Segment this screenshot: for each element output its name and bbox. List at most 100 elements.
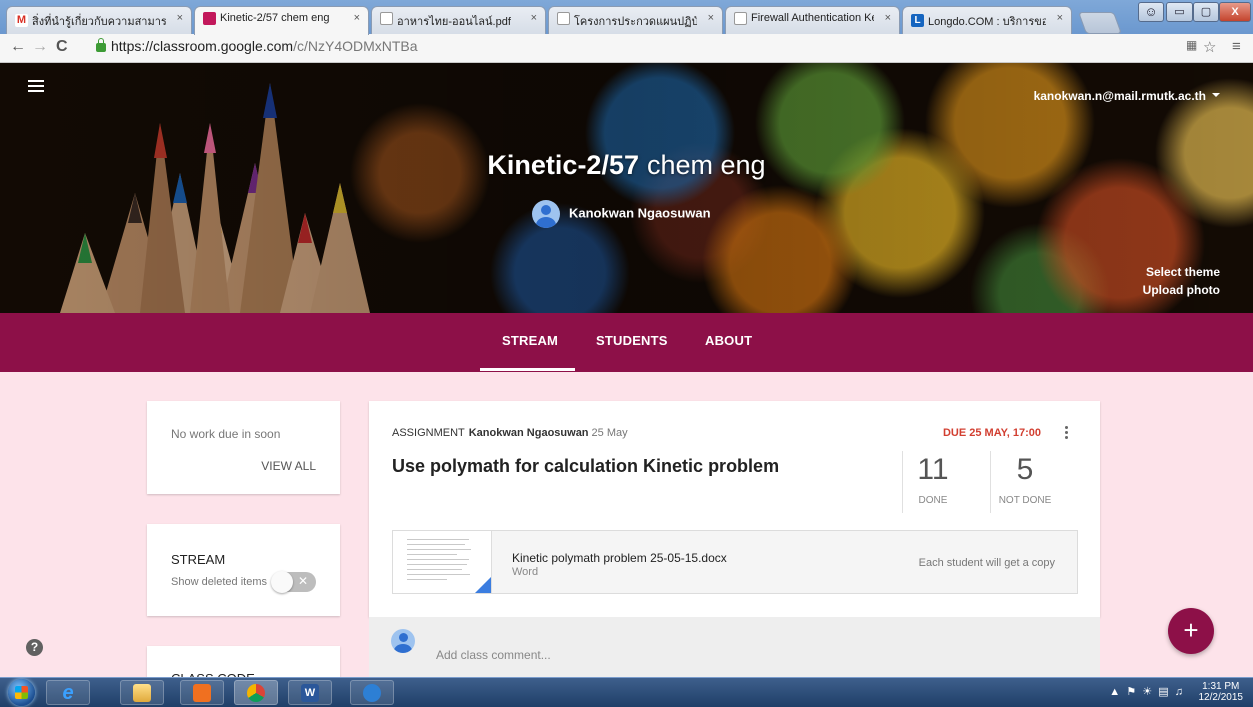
taskbar-word[interactable]: W — [288, 680, 332, 705]
browser-tabstrip: M สิ่งที่นำรู้เกี่ยวกับความสามารถใน × Kin… — [0, 0, 1253, 35]
class-name: Kinetic-2/57 — [487, 150, 639, 180]
translate-icon[interactable]: ▦ — [1186, 38, 1197, 52]
folder-icon — [133, 684, 151, 702]
page-icon — [557, 12, 570, 25]
clock-time: 1:31 PM — [1202, 681, 1240, 692]
chrome-menu-icon[interactable]: ≡ — [1232, 38, 1241, 55]
account-switcher[interactable]: kanokwan.n@mail.rmutk.ac.th — [1034, 89, 1220, 103]
done-count: 11 — [917, 453, 949, 486]
internet-explorer-icon: e — [62, 682, 74, 704]
browser-tab[interactable]: โครงการประกวดแผนปฏิบัติก × — [548, 6, 723, 34]
attachment-note: Each student will get a copy — [918, 557, 1055, 569]
upcoming-card: No work due in soon VIEW ALL — [147, 401, 340, 494]
class-tab-bar: STREAM STUDENTS ABOUT — [0, 313, 1253, 372]
due-date: DUE 25 MAY, 17:00 — [942, 427, 1041, 439]
post-meta: ASSIGNMENT Kanokwan Ngaosuwan 25 May — [392, 427, 628, 439]
more-options-icon[interactable] — [1065, 426, 1068, 441]
tab-about[interactable]: ABOUT — [705, 333, 752, 348]
url-path: /c/NzY4ODMxNTBa — [293, 38, 418, 54]
attachment[interactable]: Kinetic polymath problem 25-05-15.docx W… — [392, 530, 1078, 594]
hamburger-menu-icon[interactable] — [28, 80, 44, 92]
class-title: Kinetic-2/57 chem eng — [0, 150, 1253, 181]
caret-down-icon — [1212, 93, 1220, 101]
browser-tab[interactable]: Firewall Authentication Ke × — [725, 6, 900, 34]
close-icon[interactable]: × — [531, 12, 537, 24]
lock-icon — [96, 38, 106, 52]
tab-title: Firewall Authentication Ke — [751, 12, 874, 24]
back-icon[interactable]: ← — [10, 38, 26, 56]
add-post-button[interactable]: + — [1168, 608, 1214, 654]
close-icon: ✕ — [298, 574, 309, 588]
star-icon[interactable]: ☆ — [1203, 38, 1216, 56]
page-icon — [734, 12, 747, 25]
post-date: 25 May — [591, 427, 628, 439]
help-icon[interactable]: ? — [26, 639, 43, 656]
close-icon[interactable]: × — [708, 12, 714, 24]
not-done-label: NOT DONE — [998, 495, 1052, 506]
account-email: kanokwan.n@mail.rmutk.ac.th — [1033, 89, 1206, 103]
class-section: chem eng — [646, 150, 766, 180]
document-thumbnail — [393, 531, 492, 593]
browser-tab[interactable]: L Longdo.COM : บริการของ × — [902, 6, 1072, 34]
upcoming-text: No work due in soon — [171, 427, 281, 441]
tab-stream[interactable]: STREAM — [502, 333, 558, 348]
windows-taskbar: e W ▲ ⚑ ☀ ▤ ♫ 1:31 PM 12/2/2015 — [0, 677, 1253, 707]
new-tab-button[interactable] — [1077, 12, 1123, 34]
taskbar-ie[interactable]: e — [46, 680, 90, 705]
tab-title: สิ่งที่นำรู้เกี่ยวกับความสามารถใน — [32, 16, 166, 28]
taskbar-explorer[interactable] — [120, 680, 164, 705]
media-player-icon — [193, 684, 211, 702]
system-tray-icons[interactable]: ▲ ⚑ ☀ ▤ ♫ — [1109, 685, 1183, 698]
forward-icon[interactable]: → — [32, 38, 48, 56]
browser-tab-active[interactable]: Kinetic-2/57 chem eng × — [194, 6, 369, 35]
minimize-button[interactable]: ▭ — [1166, 2, 1193, 22]
upload-photo-link[interactable]: Upload photo — [1143, 281, 1220, 299]
page-icon — [380, 12, 393, 25]
url-host: https://classroom.google.com — [111, 38, 294, 54]
view-all-button[interactable]: VIEW ALL — [261, 459, 316, 473]
browser-tab[interactable]: อาหารไทย-ออนไลน์.pdf × — [371, 6, 546, 34]
browser-toolbar: ← → C https://classroom.google.com/c/NzY… — [0, 34, 1253, 63]
user-icon[interactable]: ☺ — [1138, 2, 1164, 22]
stream-heading: STREAM — [171, 552, 226, 567]
teacher-avatar — [532, 200, 560, 228]
post-type: ASSIGNMENT — [392, 427, 465, 439]
browser-tab[interactable]: M สิ่งที่นำรู้เกี่ยวกับความสามารถใน × — [6, 6, 192, 34]
chrome-icon — [247, 684, 265, 702]
teacher-info: Kanokwan Ngaosuwan — [532, 200, 711, 228]
post-author: Kanokwan Ngaosuwan — [468, 427, 589, 439]
tab-title: Kinetic-2/57 chem eng — [220, 12, 330, 24]
tab-title: โครงการประกวดแผนปฏิบัติก — [574, 16, 697, 28]
assignment-card: ASSIGNMENT Kanokwan Ngaosuwan 25 May DUE 2… — [369, 401, 1100, 617]
taskbar-media[interactable] — [180, 680, 224, 705]
close-icon[interactable]: × — [885, 12, 891, 24]
word-doc-icon — [475, 577, 491, 593]
maximize-button[interactable]: ▢ — [1193, 2, 1219, 22]
start-button[interactable] — [8, 679, 35, 706]
word-icon: W — [301, 684, 319, 702]
theme-links: Select theme Upload photo — [1143, 263, 1220, 299]
attachment-name: Kinetic polymath problem 25-05-15.docx — [512, 551, 727, 565]
close-window-button[interactable]: X — [1219, 2, 1251, 22]
taskbar-chrome[interactable] — [234, 680, 278, 705]
user-avatar — [391, 629, 415, 653]
tab-students[interactable]: STUDENTS — [596, 333, 668, 348]
close-icon[interactable]: × — [177, 12, 183, 24]
select-theme-link[interactable]: Select theme — [1143, 263, 1220, 281]
done-stat[interactable]: 11 DONE — [889, 453, 977, 506]
taskbar-app[interactable] — [350, 680, 394, 705]
classroom-icon — [203, 12, 216, 25]
comment-input[interactable]: Add class comment... — [436, 648, 551, 662]
assignment-title[interactable]: Use polymath for calculation Kinetic pro… — [392, 456, 779, 477]
not-done-stat[interactable]: 5 NOT DONE — [981, 453, 1069, 506]
reload-icon[interactable]: C — [56, 38, 68, 56]
close-icon[interactable]: × — [354, 12, 360, 24]
clock[interactable]: 1:31 PM 12/2/2015 — [1199, 681, 1244, 703]
active-tab-indicator — [480, 368, 575, 371]
address-bar[interactable]: https://classroom.google.com/c/NzY4ODMxN… — [96, 38, 418, 54]
tab-title: อาหารไทย-ออนไลน์.pdf — [397, 16, 511, 28]
show-deleted-toggle[interactable]: ✕ — [271, 571, 316, 593]
close-icon[interactable]: × — [1057, 12, 1063, 24]
attachment-type: Word — [512, 566, 539, 578]
done-label: DONE — [918, 495, 948, 506]
